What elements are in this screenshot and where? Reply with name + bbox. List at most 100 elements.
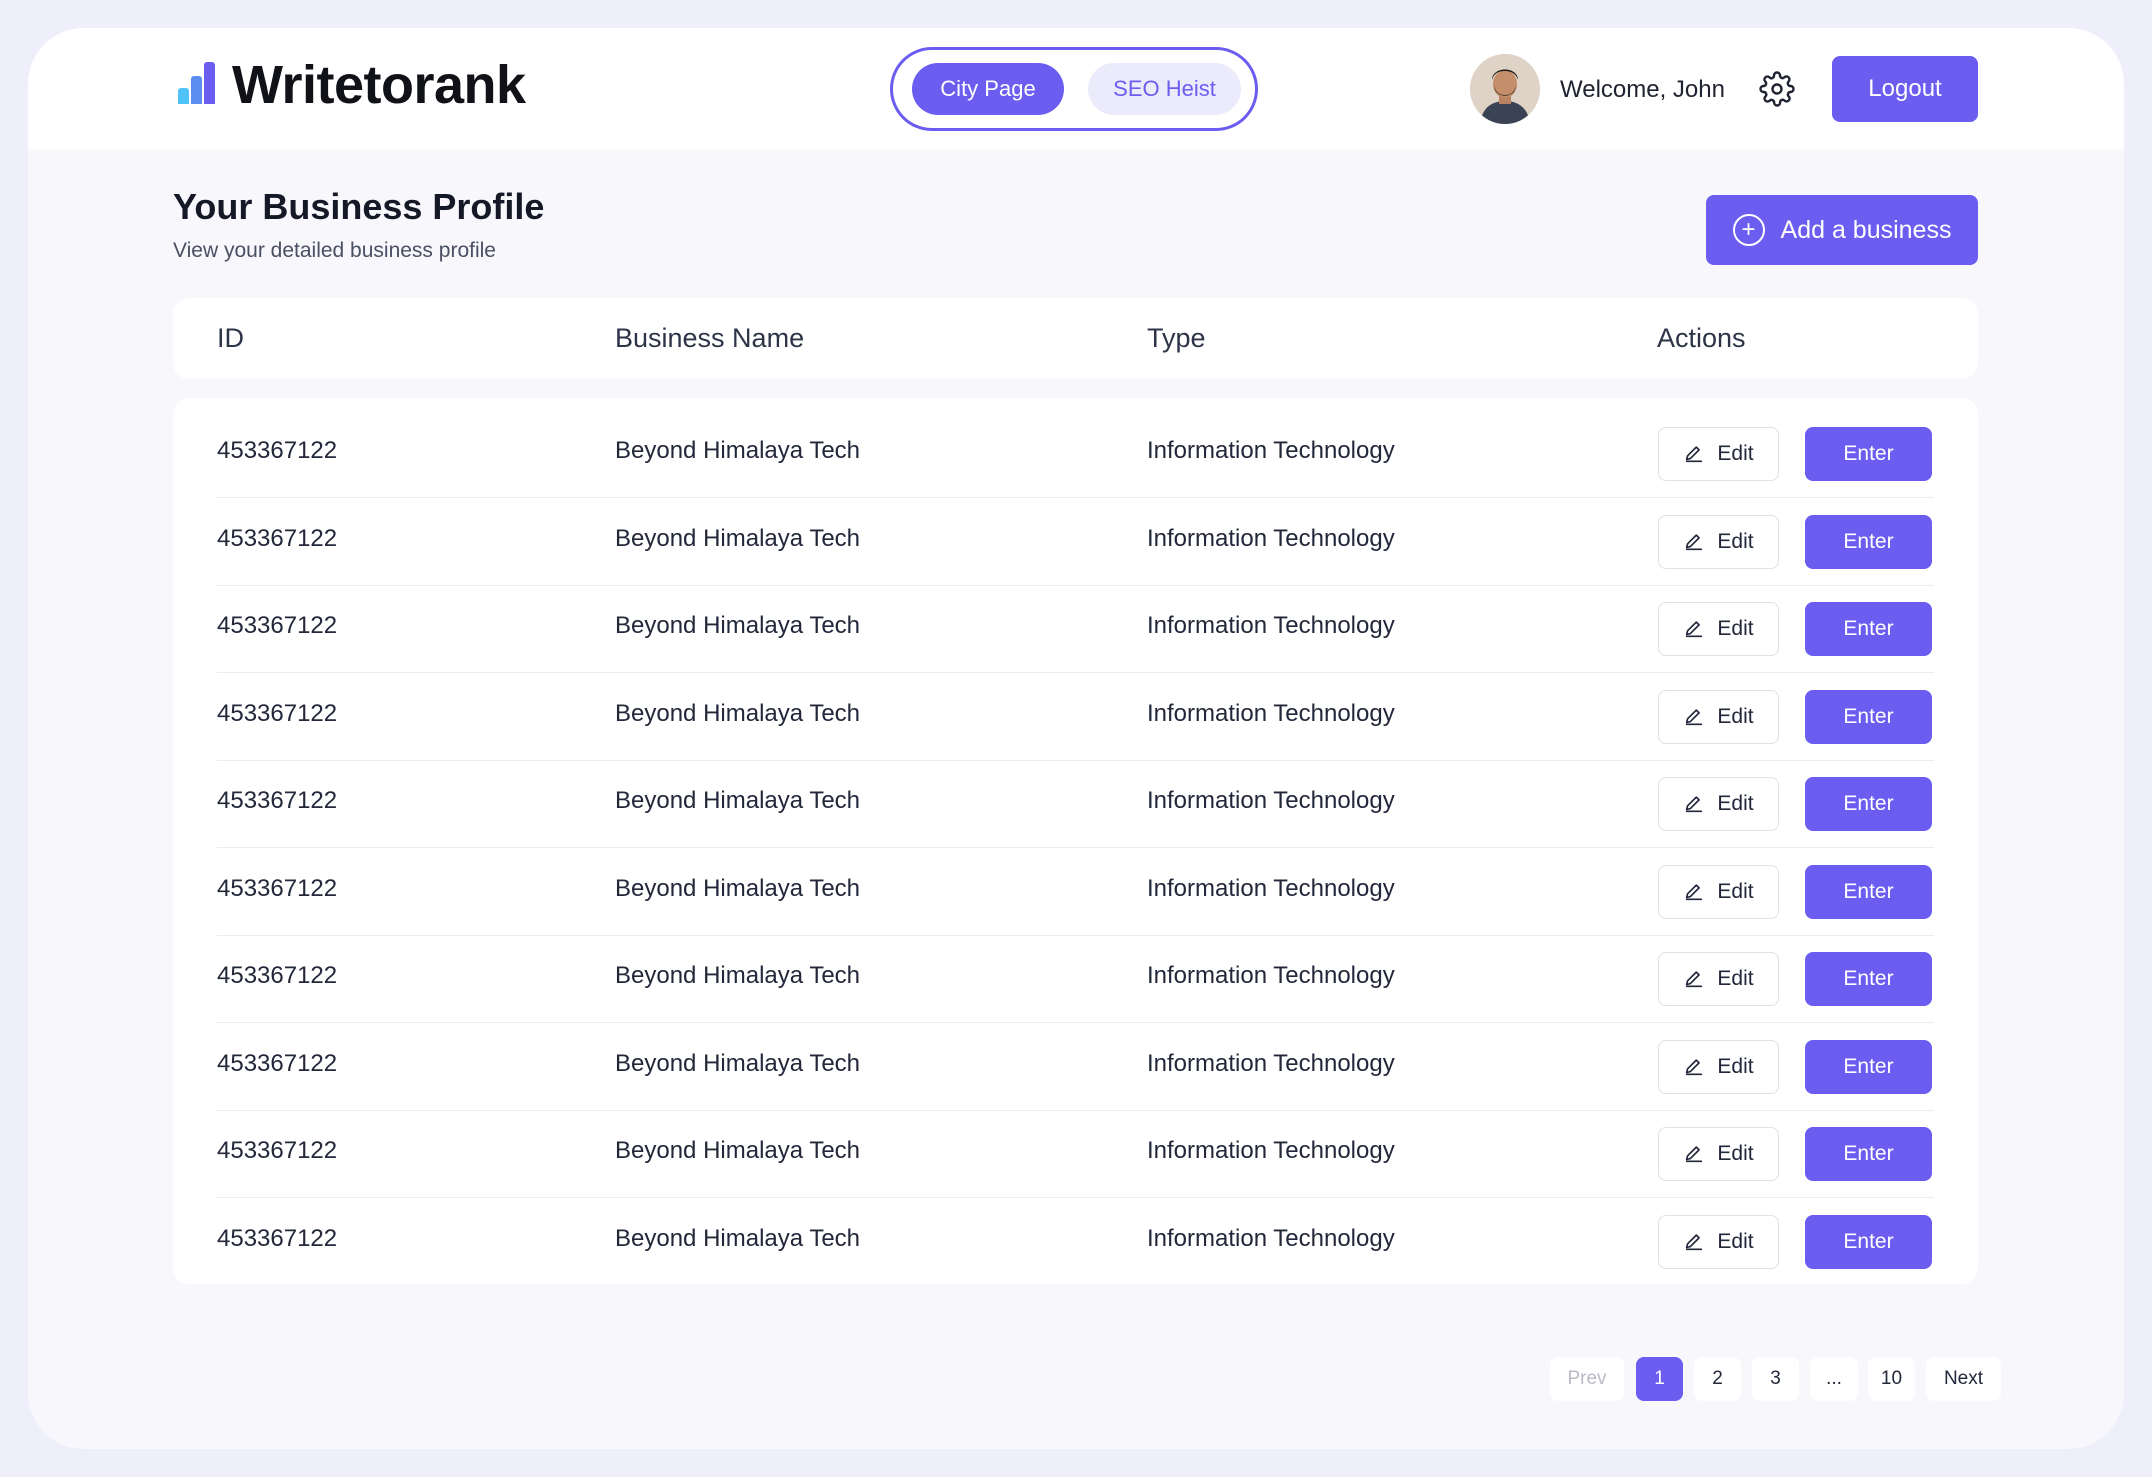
cell-type: Information Technology (1147, 962, 1395, 989)
cell-type: Information Technology (1147, 787, 1395, 814)
cell-type: Information Technology (1147, 1137, 1395, 1164)
page-title: Your Business Profile (173, 186, 545, 227)
enter-button[interactable]: Enter (1805, 602, 1932, 656)
edit-label: Edit (1717, 879, 1754, 903)
app-frame: Writetorank City Page SEO Heist Welcome,… (28, 28, 2124, 1449)
edit-label: Edit (1717, 1229, 1754, 1253)
cell-id: 453367122 (217, 1137, 338, 1164)
enter-button[interactable]: Enter (1805, 1214, 1932, 1269)
edit-label: Edit (1717, 704, 1754, 728)
cell-id: 453367122 (217, 437, 338, 464)
table-row: 453367122 Beyond Himalaya Tech Information… (173, 673, 1978, 761)
cell-business-name: Beyond Himalaya Tech (615, 1224, 861, 1252)
page-button-3[interactable]: 3 (1752, 1357, 1799, 1401)
column-header-business-name: Business Name (615, 323, 805, 353)
cell-business-name: Beyond Himalaya Tech (615, 437, 861, 464)
cell-business-name: Beyond Himalaya Tech (615, 874, 861, 902)
page-ellipsis: ... (1810, 1357, 1858, 1401)
edit-button[interactable]: Edit (1658, 602, 1779, 656)
edit-label: Edit (1717, 442, 1754, 465)
pencil-icon (1683, 706, 1705, 728)
edit-button[interactable]: Edit (1658, 514, 1779, 569)
cell-id: 453367122 (217, 699, 338, 727)
edit-button[interactable]: Edit (1658, 952, 1779, 1006)
enter-button[interactable]: Enter (1805, 1039, 1932, 1094)
cell-id: 453367122 (217, 1224, 338, 1252)
welcome-text: Welcome, John (1560, 76, 1725, 103)
table-row: 453367122 Beyond Himalaya Tech Information… (173, 410, 1978, 498)
edit-button[interactable]: Edit (1658, 427, 1779, 481)
enter-button[interactable]: Enter (1805, 777, 1932, 831)
enter-button[interactable]: Enter (1805, 427, 1932, 481)
edit-label: Edit (1717, 967, 1754, 990)
pencil-icon (1683, 1056, 1705, 1078)
gear-icon[interactable] (1759, 71, 1795, 107)
page-button-1[interactable]: 1 (1636, 1357, 1683, 1401)
brand-logo[interactable]: Writetorank (178, 55, 526, 115)
edit-button[interactable]: Edit (1658, 1039, 1779, 1094)
tab-seo-heist[interactable]: SEO Heist (1088, 63, 1241, 115)
enter-button[interactable]: Enter (1805, 1127, 1932, 1181)
edit-label: Edit (1717, 792, 1754, 815)
page-switcher: City Page SEO Heist (890, 47, 1258, 131)
prev-page-button[interactable]: Prev (1550, 1357, 1624, 1401)
edit-button[interactable]: Edit (1658, 864, 1779, 919)
edit-label: Edit (1717, 1142, 1754, 1165)
logout-button[interactable]: Logout (1832, 56, 1978, 122)
edit-label: Edit (1717, 529, 1754, 553)
edit-button[interactable]: Edit (1658, 1127, 1779, 1181)
cell-business-name: Beyond Himalaya Tech (615, 612, 861, 639)
enter-button[interactable]: Enter (1805, 689, 1932, 744)
page-button-10[interactable]: 10 (1868, 1357, 1915, 1401)
cell-business-name: Beyond Himalaya Tech (615, 787, 861, 814)
tab-city-page[interactable]: City Page (912, 63, 1064, 115)
page-button-2[interactable]: 2 (1694, 1357, 1741, 1401)
top-header: Writetorank City Page SEO Heist Welcome,… (28, 28, 2124, 149)
pencil-icon (1683, 618, 1705, 640)
enter-button[interactable]: Enter (1805, 952, 1932, 1006)
pencil-icon (1683, 531, 1705, 553)
cell-id: 453367122 (217, 962, 338, 989)
brand-name: Writetorank (232, 55, 526, 115)
avatar[interactable] (1470, 54, 1540, 124)
add-business-label: Add a business (1780, 215, 1952, 244)
column-header-id: ID (217, 323, 244, 353)
table-row: 453367122 Beyond Himalaya Tech Information… (173, 1023, 1978, 1111)
cell-business-name: Beyond Himalaya Tech (615, 699, 861, 727)
enter-button[interactable]: Enter (1805, 864, 1932, 919)
table-row: 453367122 Beyond Himalaya Tech Information… (173, 585, 1978, 673)
edit-label: Edit (1717, 1054, 1754, 1078)
table-row: 453367122 Beyond Himalaya Tech Information… (173, 935, 1978, 1023)
pencil-icon (1683, 793, 1705, 815)
cell-type: Information Technology (1147, 524, 1395, 552)
edit-button[interactable]: Edit (1658, 1214, 1779, 1269)
page-subtitle: View your detailed business profile (173, 239, 496, 262)
edit-button[interactable]: Edit (1658, 689, 1779, 744)
edit-label: Edit (1717, 617, 1754, 640)
table-row: 453367122 Beyond Himalaya Tech Information… (173, 1110, 1978, 1198)
cell-business-name: Beyond Himalaya Tech (615, 962, 861, 989)
add-business-button[interactable]: + Add a business (1706, 195, 1978, 265)
cell-business-name: Beyond Himalaya Tech (615, 1049, 861, 1077)
pencil-icon (1683, 1231, 1705, 1253)
pencil-icon (1683, 881, 1705, 903)
pencil-icon (1683, 443, 1705, 465)
table-row: 453367122 Beyond Himalaya Tech Information… (173, 848, 1978, 936)
cell-id: 453367122 (217, 1049, 338, 1077)
cell-business-name: Beyond Himalaya Tech (615, 524, 861, 552)
cell-type: Information Technology (1147, 612, 1395, 639)
cell-id: 453367122 (217, 524, 338, 552)
column-header-actions: Actions (1657, 323, 1746, 353)
cell-type: Information Technology (1147, 1224, 1395, 1252)
enter-button[interactable]: Enter (1805, 514, 1932, 569)
cell-business-name: Beyond Himalaya Tech (615, 1137, 861, 1164)
table-body: 453367122 Beyond Himalaya Tech Information… (173, 398, 1978, 1284)
logo-bars-icon (178, 62, 218, 104)
edit-button[interactable]: Edit (1658, 777, 1779, 831)
cell-type: Information Technology (1147, 874, 1395, 902)
table-row: 453367122 Beyond Himalaya Tech Information… (173, 498, 1978, 586)
table-header: ID Business Name Type Actions (173, 298, 1978, 379)
plus-circle-icon: + (1732, 214, 1765, 246)
next-page-button[interactable]: Next (1926, 1357, 2001, 1401)
cell-id: 453367122 (217, 874, 338, 902)
